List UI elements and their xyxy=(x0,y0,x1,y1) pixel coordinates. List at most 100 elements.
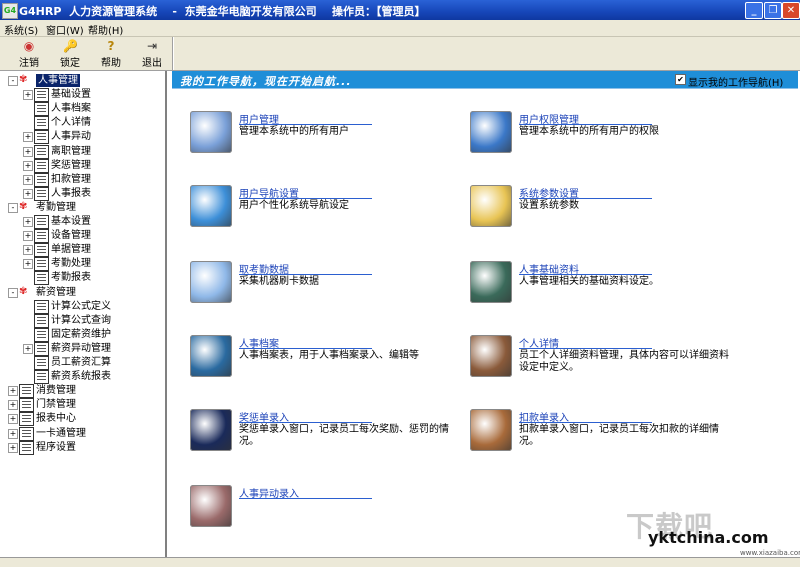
maximize-button[interactable]: ❐ xyxy=(764,2,782,19)
tree-item[interactable]: 计算公式定义 xyxy=(0,299,160,314)
tree-item[interactable]: 固定薪资维护 xyxy=(0,327,160,342)
expand-icon[interactable]: + xyxy=(23,188,33,199)
expand-icon[interactable]: + xyxy=(8,386,18,397)
logout-label: 注销 xyxy=(19,58,39,69)
ruler-image-icon[interactable] xyxy=(190,485,232,527)
lock-button[interactable]: 🔑 锁定 xyxy=(52,39,88,69)
tree-label: 程序设置 xyxy=(36,441,76,453)
tree-group[interactable]: + 报表中心 xyxy=(0,412,160,427)
calculator-icon[interactable] xyxy=(190,261,232,303)
title-underline xyxy=(239,422,372,423)
tree-item[interactable]: 薪资系统报表 xyxy=(0,370,160,385)
nav-item-desc: 用户个性化系统导航设定 xyxy=(239,200,349,211)
app-icon[interactable]: G4 xyxy=(2,3,18,19)
help-button[interactable]: ? 帮助 xyxy=(93,39,129,69)
tree-item[interactable]: + 人事异动 xyxy=(0,130,160,145)
tree-item[interactable]: + 奖惩管理 xyxy=(0,158,160,173)
tree-group[interactable]: + 一卡通管理 xyxy=(0,426,160,441)
expand-icon[interactable]: + xyxy=(23,245,33,256)
expand-icon[interactable]: + xyxy=(8,428,18,439)
tree-item[interactable]: + 离职管理 xyxy=(0,144,160,159)
menu-window[interactable]: 窗口(W) xyxy=(46,22,84,37)
expand-icon[interactable]: + xyxy=(23,343,33,354)
show-nav-checkbox[interactable]: ✔ xyxy=(675,74,686,85)
nav-item[interactable]: 取考勤数据 采集机器刷卡数据 xyxy=(190,261,470,311)
show-nav-label[interactable]: 显示我的工作导航(H) xyxy=(688,74,783,89)
nav-item[interactable]: 人事基础资料 人事管理相关的基础资料设定。 xyxy=(470,261,750,311)
tree-item[interactable]: + 薪资异动管理 xyxy=(0,341,160,356)
expand-icon[interactable]: + xyxy=(23,146,33,157)
tree-group[interactable]: - ✾ 考勤管理 xyxy=(0,201,160,215)
exit-button[interactable]: ⇥ 退出 xyxy=(134,39,170,69)
tree-item[interactable]: 员工薪资汇算 xyxy=(0,356,160,370)
expand-icon[interactable]: + xyxy=(23,217,33,227)
minimize-button[interactable]: _ xyxy=(745,2,763,19)
nav-item-desc: 扣款单录入窗口，记录员工每次扣款的详细情况。 xyxy=(519,424,719,447)
tree-group[interactable]: + 门禁管理 xyxy=(0,398,160,413)
nav-item[interactable]: 用户管理 管理本系统中的所有用户 xyxy=(190,111,470,161)
portrait-image-icon[interactable] xyxy=(470,409,512,451)
nav-item[interactable]: 人事异动录入 xyxy=(190,485,470,535)
menu-system[interactable]: 系统(S) xyxy=(4,22,38,37)
starburst-image-icon[interactable] xyxy=(190,409,232,451)
archive-image-icon[interactable] xyxy=(190,335,232,377)
nav-tree[interactable]: - ✾ 人事管理 + 基础设置 人事档案 个人详情 + 人事异动 + 离职管理 + 奖惩管理 + 扣款管理 +… xyxy=(0,71,167,557)
permission-gear-icon[interactable] xyxy=(470,111,512,153)
expand-icon[interactable]: + xyxy=(23,174,33,185)
expand-icon[interactable]: + xyxy=(23,259,33,270)
tree-item[interactable]: + 基础设置 xyxy=(0,88,160,103)
nav-item[interactable]: 用户导航设置 用户个性化系统导航设定 xyxy=(190,185,470,235)
tree-item[interactable]: + 设备管理 xyxy=(0,229,160,244)
settings-folder-icon[interactable] xyxy=(470,185,512,227)
logout-button[interactable]: ◉ 注销 xyxy=(11,39,47,69)
tree-label: 门禁管理 xyxy=(36,399,76,411)
tree-item[interactable]: + 人事报表 xyxy=(0,186,160,201)
close-button[interactable]: ✕ xyxy=(782,2,800,19)
tree-item[interactable]: 计算公式查询 xyxy=(0,313,160,328)
tree-item[interactable]: 考勤报表 xyxy=(0,271,160,286)
tree-group[interactable]: + 消费管理 xyxy=(0,384,160,399)
tree-item[interactable]: + 单据管理 xyxy=(0,243,160,258)
nav-item[interactable]: 系统参数设置 设置系统参数 xyxy=(470,185,750,235)
nav-item-desc: 人事档案表，用于人事档案录入、编辑等 xyxy=(239,350,419,361)
collapse-icon[interactable]: - xyxy=(8,202,18,213)
nav-item[interactable]: 奖惩单录入 奖惩单录入窗口，记录员工每次奖励、惩罚的情况。 xyxy=(190,409,470,459)
tree-item[interactable]: + 考勤处理 xyxy=(0,257,160,272)
user-management-icon[interactable] xyxy=(190,111,232,153)
expand-icon[interactable]: + xyxy=(8,414,18,425)
expand-icon[interactable]: + xyxy=(23,160,33,171)
nav-item[interactable]: 人事档案 人事档案表，用于人事档案录入、编辑等 xyxy=(190,335,470,385)
tree-group[interactable]: + 程序设置 xyxy=(0,440,160,455)
expand-icon[interactable]: + xyxy=(8,400,18,411)
expand-icon[interactable]: + xyxy=(23,231,33,242)
collapse-icon[interactable]: - xyxy=(8,287,18,298)
expand-icon[interactable]: + xyxy=(23,90,33,101)
menu-help[interactable]: 帮助(H) xyxy=(88,22,123,37)
form-icon xyxy=(34,130,49,145)
tree-label: 报表中心 xyxy=(36,413,76,425)
collapse-icon[interactable]: - xyxy=(8,76,18,86)
tree-label: 计算公式定义 xyxy=(51,300,111,312)
expand-icon[interactable]: + xyxy=(23,132,33,143)
horse-image-icon[interactable] xyxy=(470,261,512,303)
nav-item[interactable]: 用户权限管理 管理本系统中的所有用户的权限 xyxy=(470,111,750,161)
form-icon xyxy=(34,144,49,159)
tree-label: 奖惩管理 xyxy=(51,159,91,171)
nav-item[interactable]: 个人详情 员工个人详细资料管理，具体内容可以详细资料设定中定义。 xyxy=(470,335,750,385)
title-underline xyxy=(239,198,372,199)
tree-group[interactable]: - ✾ 薪资管理 xyxy=(0,286,160,300)
form-icon xyxy=(34,88,49,103)
cube-image-icon[interactable] xyxy=(470,335,512,377)
tree-item[interactable]: 人事档案 xyxy=(0,102,160,117)
tree-group[interactable]: - ✾ 人事管理 xyxy=(0,74,160,88)
nav-item[interactable]: 扣款单录入 扣款单录入窗口，记录员工每次扣款的详细情况。 xyxy=(470,409,750,459)
tree-item[interactable]: + 扣款管理 xyxy=(0,172,160,187)
toolbar-separator xyxy=(172,37,174,70)
blue-folder-icon[interactable] xyxy=(190,185,232,227)
form-icon xyxy=(34,172,49,187)
tree-item[interactable]: 个人详情 xyxy=(0,116,160,131)
expand-icon[interactable]: + xyxy=(8,442,18,453)
tree-label: 固定薪资维护 xyxy=(51,328,111,340)
tree-item[interactable]: + 基本设置 xyxy=(0,215,160,229)
form-icon xyxy=(34,215,49,229)
